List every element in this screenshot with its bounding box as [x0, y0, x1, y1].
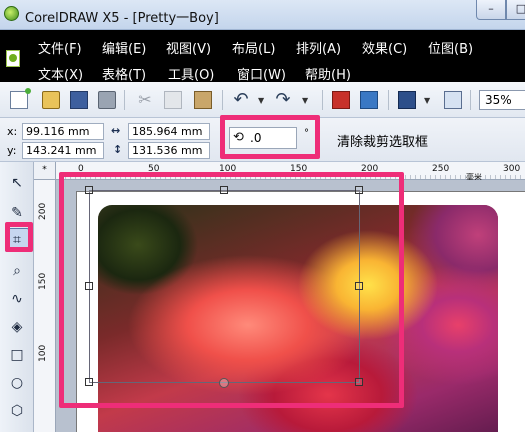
rectangle-tool-icon[interactable]: □	[8, 346, 26, 364]
width-icon: ↔	[111, 124, 121, 137]
save-icon[interactable]	[70, 91, 88, 109]
x-position-field[interactable]: 99.116 mm	[22, 123, 104, 140]
application-launcher-icon[interactable]	[398, 91, 416, 109]
toolbar-separator	[322, 90, 323, 110]
copy-icon[interactable]	[164, 91, 182, 109]
menu-bitmaps[interactable]: 位图(B)	[428, 38, 473, 57]
toolbar-separator	[388, 90, 389, 110]
crop-handle-top-left[interactable]	[85, 186, 93, 194]
y-position-field[interactable]: 143.241 mm	[22, 142, 104, 159]
ruler-tick: 50	[148, 164, 160, 174]
menu-window[interactable]: 窗口(W)	[237, 64, 286, 83]
menu-edit[interactable]: 编辑(E)	[102, 38, 146, 57]
zoom-level-select[interactable]: 35%	[479, 90, 525, 110]
menu-tools[interactable]: 工具(O)	[168, 64, 214, 83]
menu-help[interactable]: 帮助(H)	[305, 64, 351, 83]
document-icon	[6, 50, 20, 67]
launcher-dropdown-icon[interactable]: ▼	[424, 96, 430, 105]
export-icon[interactable]	[360, 91, 378, 109]
zoom-tool-icon[interactable]: ⌕	[8, 262, 26, 280]
ruler-tick: 0	[78, 164, 84, 174]
pick-tool-icon[interactable]: ↖	[8, 174, 26, 192]
minimize-button[interactable]: –	[476, 0, 506, 20]
standard-toolbar: ✂ ↶ ▼ ↷ ▼ ▼ 35%	[0, 82, 525, 118]
coreldraw-logo-icon	[4, 6, 19, 21]
toolbar-separator	[222, 90, 223, 110]
degree-unit: °	[304, 128, 309, 139]
coreldraw-window: CorelDRAW X5 - [Pretty一Boy] – □ 文件(F) 编辑…	[0, 0, 525, 432]
x-label: x:	[7, 125, 18, 138]
menu-bar: 文件(F) 编辑(E) 视图(V) 布局(L) 排列(A) 效果(C) 位图(B…	[0, 30, 525, 83]
menu-text[interactable]: 文本(X)	[38, 64, 83, 83]
ruler-tick: 200	[361, 164, 379, 174]
y-label: y:	[7, 144, 17, 157]
ruler-tick: 100	[38, 344, 48, 362]
width-field[interactable]: 185.964 mm	[128, 123, 210, 140]
ellipse-tool-icon[interactable]: ○	[8, 374, 26, 392]
rotation-icon: ⟲	[233, 130, 244, 145]
toolbox: ↖ ✎ ⌗ ⌕ ∿ ◈ □ ○ ⬡	[0, 162, 34, 432]
ruler-tick: 100	[219, 164, 237, 174]
ruler-origin[interactable]: *	[34, 162, 56, 180]
menu-file[interactable]: 文件(F)	[38, 38, 82, 57]
crop-handle-top-center[interactable]	[220, 186, 228, 194]
undo-dropdown-icon[interactable]: ▼	[258, 96, 264, 105]
print-icon[interactable]	[98, 91, 116, 109]
clear-crop-marquee-button[interactable]: 清除裁剪选取框	[337, 131, 428, 150]
freehand-tool-icon[interactable]: ∿	[8, 290, 26, 308]
crop-handle-middle-right[interactable]	[355, 282, 363, 290]
new-document-icon[interactable]	[10, 88, 31, 109]
title-bar: CorelDRAW X5 - [Pretty一Boy] – □	[0, 0, 525, 30]
height-icon: ↕	[113, 143, 123, 156]
welcome-screen-icon[interactable]	[444, 91, 462, 109]
crop-handle-bottom-left[interactable]	[85, 378, 93, 386]
redo-dropdown-icon[interactable]: ▼	[302, 96, 308, 105]
ruler-tick: 250	[432, 164, 450, 174]
window-title: CorelDRAW X5 - [Pretty一Boy]	[25, 11, 219, 26]
menu-effects[interactable]: 效果(C)	[362, 38, 407, 57]
toolbar-separator	[470, 90, 471, 110]
ruler-tick: 300	[503, 164, 521, 174]
crop-tool-icon[interactable]: ⌗	[5, 228, 29, 252]
crop-handle-middle-left[interactable]	[85, 282, 93, 290]
ruler-tick: 150	[38, 272, 48, 290]
import-icon[interactable]	[332, 91, 350, 109]
height-field[interactable]: 131.536 mm	[128, 142, 210, 159]
open-folder-icon[interactable]	[42, 91, 60, 109]
paste-icon[interactable]	[194, 91, 212, 109]
crop-handle-bottom-right[interactable]	[355, 378, 363, 386]
ruler-tick: 150	[290, 164, 308, 174]
property-bar: x: 99.116 mm y: 143.241 mm ↔ 185.964 mm …	[0, 118, 525, 162]
menu-view[interactable]: 视图(V)	[166, 38, 211, 57]
cut-icon[interactable]: ✂	[136, 91, 154, 109]
crop-marquee[interactable]	[89, 190, 360, 383]
smart-fill-tool-icon[interactable]: ◈	[8, 318, 26, 336]
crop-rotation-handle[interactable]	[219, 378, 229, 388]
crop-handle-top-right[interactable]	[355, 186, 363, 194]
redo-icon[interactable]: ↷	[274, 91, 292, 109]
shape-tool-icon[interactable]: ✎	[8, 204, 26, 222]
toolbar-separator	[124, 90, 125, 110]
menu-table[interactable]: 表格(T)	[102, 64, 146, 83]
undo-icon[interactable]: ↶	[232, 91, 250, 109]
ruler-tick: 200	[38, 202, 48, 220]
maximize-button[interactable]: □	[506, 0, 525, 20]
menu-layout[interactable]: 布局(L)	[232, 38, 275, 57]
polygon-tool-icon[interactable]: ⬡	[8, 402, 26, 420]
menu-arrange[interactable]: 排列(A)	[296, 38, 341, 57]
